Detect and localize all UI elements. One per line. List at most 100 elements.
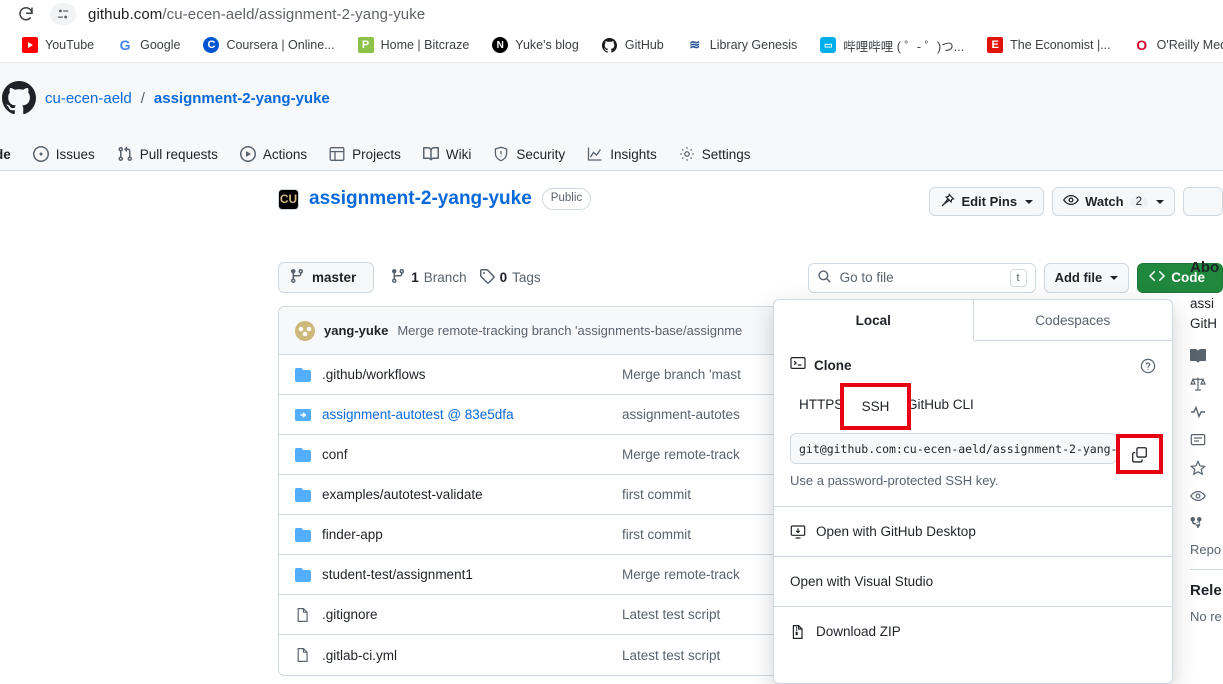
about-description-line2: GitH — [1190, 314, 1223, 334]
fork-icon[interactable] — [1190, 516, 1206, 532]
bookmark-youtube[interactable]: YouTube — [14, 34, 103, 56]
folder-icon — [295, 527, 311, 543]
book-icon[interactable] — [1190, 348, 1206, 364]
avatar[interactable] — [295, 321, 315, 341]
file-name[interactable]: conf — [322, 447, 622, 462]
tab-pull-requests[interactable]: Pull requests — [108, 138, 227, 170]
tab-insights[interactable]: Insights — [578, 138, 666, 170]
bookmark-label: O'Reilly Media - T — [1157, 38, 1223, 52]
reload-icon[interactable] — [16, 4, 36, 24]
tab-actions[interactable]: Actions — [231, 138, 316, 170]
file-name[interactable]: examples/autotest-validate — [322, 487, 622, 502]
clone-url-value: git@github.com:cu-ecen-aeld/assignment-2… — [799, 442, 1117, 456]
download-zip-item[interactable]: Download ZIP — [774, 606, 1172, 656]
file-commit-message[interactable]: first commit — [622, 487, 691, 502]
branch-selector[interactable]: master — [278, 262, 374, 293]
chevron-down-icon — [1110, 276, 1118, 280]
bookmark-coursera[interactable]: C Coursera | Online... — [195, 34, 343, 56]
bookmark-bilibili[interactable]: ▭ 哔哩哔哩 ( ゜- ゜)つ... — [812, 33, 973, 58]
add-file-button[interactable]: Add file — [1044, 263, 1130, 293]
report-link[interactable]: Repo — [1190, 542, 1223, 557]
branch-count-link[interactable]: 1 Branch — [390, 268, 466, 287]
url-text[interactable]: github.com/cu-ecen-aeld/assignment-2-yan… — [88, 6, 425, 23]
branch-count: 1 — [411, 270, 419, 285]
folder-icon — [295, 487, 311, 503]
no-releases-text: No re — [1190, 609, 1223, 624]
watch-button[interactable]: Watch 2 — [1052, 187, 1175, 216]
issue-opened-icon — [33, 146, 49, 162]
commit-message[interactable]: Merge remote-tracking branch 'assignment… — [397, 323, 742, 338]
bookmark-bitcraze[interactable]: P Home | Bitcraze — [350, 34, 479, 56]
toolbar-right: Go to file t Add file Code — [808, 263, 1223, 293]
search-icon — [817, 269, 832, 287]
file-name[interactable]: student-test/assignment1 — [322, 567, 622, 582]
search-input[interactable]: Go to file t — [808, 263, 1036, 293]
protocol-https[interactable]: HTTPS — [790, 392, 852, 417]
address-bar[interactable]: github.com/cu-ecen-aeld/assignment-2-yan… — [50, 2, 1223, 26]
tags-count-link[interactable]: 0 Tags — [479, 268, 541, 287]
file-commit-message[interactable]: assignment-autotes — [622, 407, 740, 422]
protocol-github-cli[interactable]: GitHub CLI — [898, 392, 983, 417]
about-links — [1190, 348, 1223, 532]
file-name[interactable]: finder-app — [322, 527, 622, 542]
eye-icon[interactable] — [1190, 488, 1206, 504]
tags-count: 0 — [500, 270, 508, 285]
law-icon[interactable] — [1190, 376, 1206, 392]
file-commit-message[interactable]: Merge remote-track — [622, 447, 740, 462]
tab-issues[interactable]: Issues — [24, 138, 104, 170]
edit-pins-button[interactable]: Edit Pins — [929, 187, 1044, 216]
open-with-github-desktop-label: Open with GitHub Desktop — [816, 524, 976, 539]
about-description: assi GitH — [1190, 294, 1223, 334]
file-toolbar: master 1 Branch 0 Tags — [278, 262, 1223, 293]
code-icon — [1149, 268, 1165, 287]
breadcrumb-owner[interactable]: cu-ecen-aeld — [45, 90, 132, 107]
bookmark-github[interactable]: GitHub — [594, 34, 673, 56]
star-icon[interactable] — [1190, 460, 1206, 476]
nav-label: Issues — [56, 147, 95, 162]
file-commit-message[interactable]: Latest test script — [622, 607, 720, 622]
file-name[interactable]: .gitlab-ci.yml — [322, 648, 622, 663]
tab-projects[interactable]: Projects — [320, 138, 410, 170]
submodule-icon — [295, 407, 311, 423]
ssh-key-note: Use a password-protected SSH key. — [790, 473, 1156, 488]
bookmark-library-genesis[interactable]: ≋ Library Genesis — [679, 34, 807, 56]
folder-icon — [295, 567, 311, 583]
tab-codespaces[interactable]: Codespaces — [974, 300, 1173, 341]
github-icon — [602, 37, 618, 53]
github-mark-icon[interactable] — [2, 81, 36, 115]
activity-icon[interactable] — [1190, 404, 1206, 420]
bookmark-google[interactable]: G Google — [109, 34, 189, 56]
open-with-github-desktop-item[interactable]: Open with GitHub Desktop — [774, 506, 1172, 556]
tab-settings[interactable]: Settings — [670, 138, 760, 170]
breadcrumb-repo[interactable]: assignment-2-yang-yuke — [154, 90, 330, 107]
comment-icon[interactable] — [1190, 432, 1206, 448]
bookmark-oreilly[interactable]: O O'Reilly Media - T — [1126, 34, 1223, 56]
ssh-highlight-label[interactable]: SSH — [844, 387, 907, 426]
clone-url-input[interactable]: git@github.com:cu-ecen-aeld/assignment-2… — [790, 433, 1117, 464]
graph-icon — [587, 146, 603, 162]
bookmark-yukes-blog[interactable]: N Yuke's blog — [484, 34, 588, 56]
tab-wiki[interactable]: Wiki — [414, 138, 481, 170]
file-commit-message[interactable]: Latest test script — [622, 648, 720, 663]
commit-author[interactable]: yang-yuke — [324, 323, 388, 338]
file-commit-message[interactable]: first commit — [622, 527, 691, 542]
file-name[interactable]: .github/workflows — [322, 367, 622, 382]
open-with-visual-studio-item[interactable]: Open with Visual Studio — [774, 556, 1172, 606]
bookmarks-bar: YouTube G Google C Coursera | Online... … — [0, 28, 1223, 63]
file-name[interactable]: .gitignore — [322, 607, 622, 622]
bookmark-economist[interactable]: E The Economist |... — [979, 34, 1120, 56]
file-commit-message[interactable]: Merge branch 'mast — [622, 367, 741, 382]
fork-button[interactable] — [1183, 187, 1223, 216]
git-branch-icon — [289, 268, 305, 287]
tab-code[interactable]: de — [0, 138, 20, 170]
page-title[interactable]: assignment-2-yang-yuke — [309, 188, 532, 210]
file-commit-message[interactable]: Merge remote-track — [622, 567, 740, 582]
question-icon[interactable] — [1140, 358, 1156, 374]
folder-icon — [295, 367, 311, 383]
tab-local[interactable]: Local — [774, 300, 974, 341]
clone-header: Clone — [790, 355, 1156, 376]
tab-security[interactable]: Security — [484, 138, 574, 170]
site-settings-icon[interactable] — [50, 3, 76, 25]
copy-highlight-button[interactable] — [1120, 438, 1159, 470]
file-name[interactable]: assignment-autotest @ 83e5dfa — [322, 407, 622, 422]
